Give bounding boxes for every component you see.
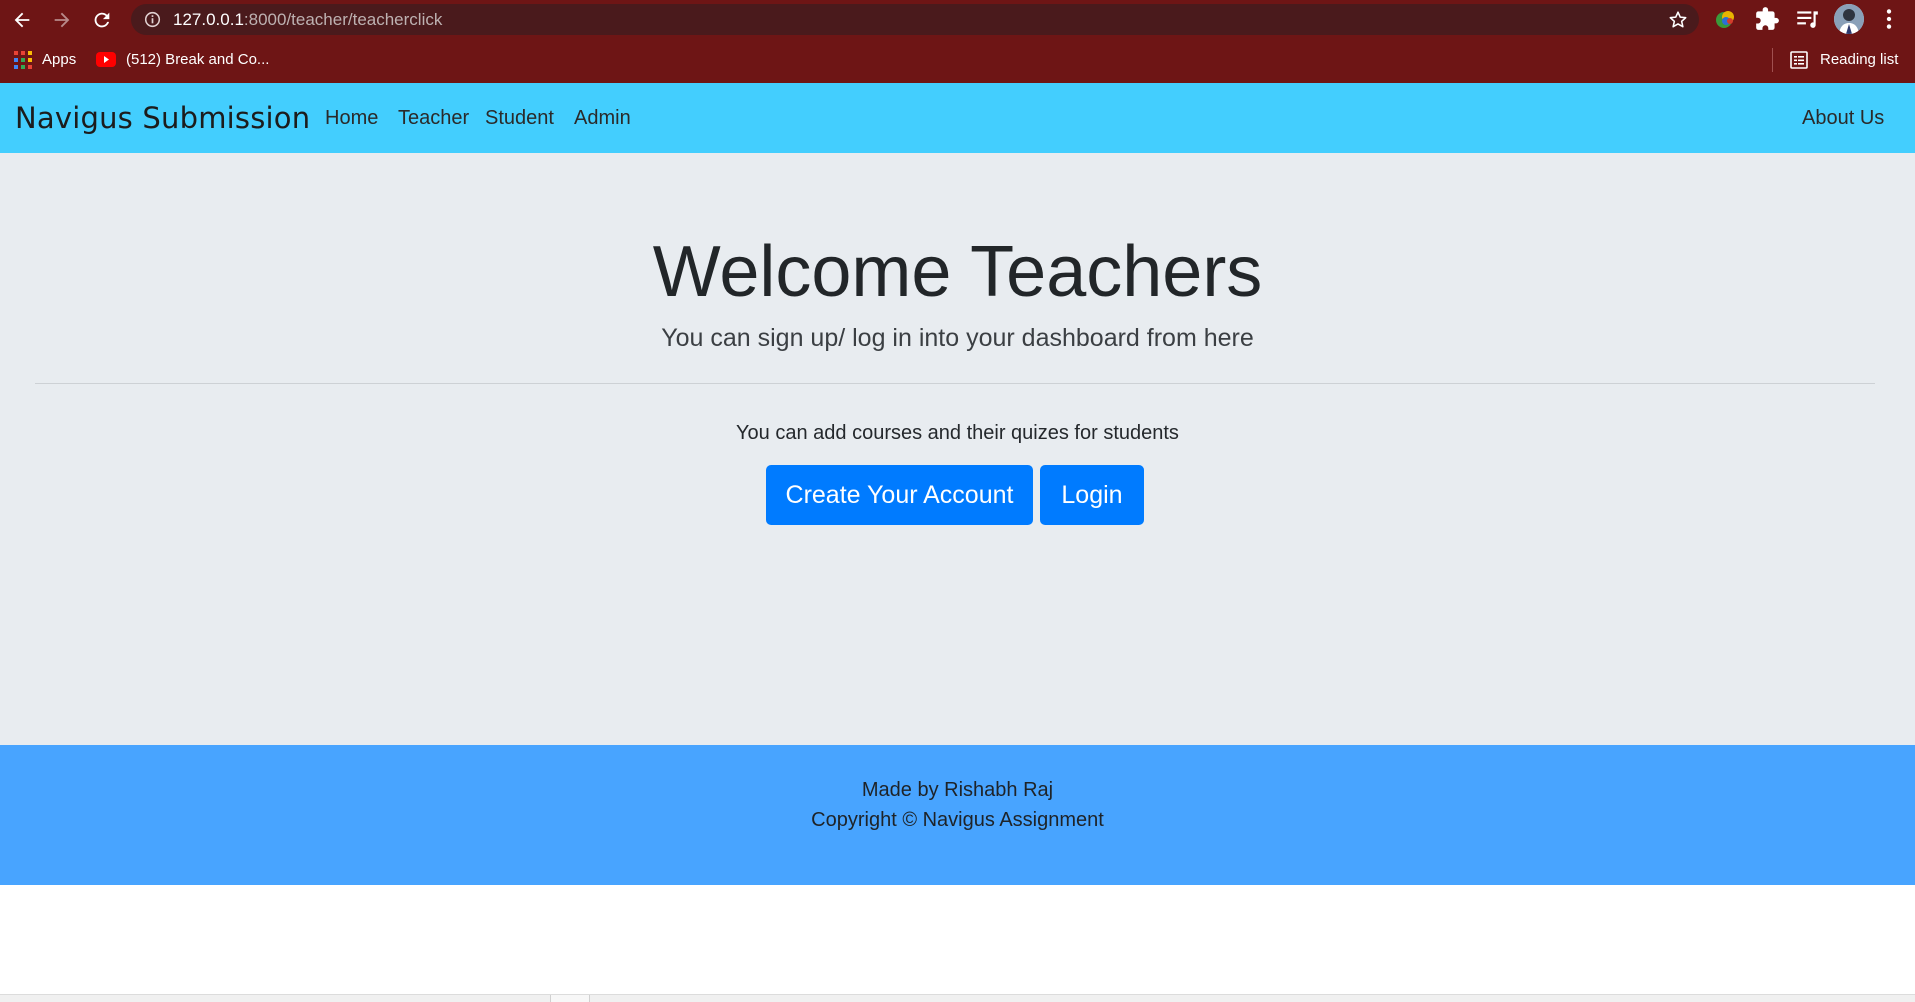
description-text: You can add courses and their quizes for…: [736, 422, 1179, 444]
lead-text: You can sign up/ log in into your dashbo…: [661, 324, 1254, 352]
nav-link-home[interactable]: Home: [325, 83, 378, 153]
back-icon[interactable]: [6, 4, 38, 36]
address-bar[interactable]: 127.0.0.1:8000/teacher/teacherclick: [131, 4, 1699, 35]
navbar-brand[interactable]: Navigus Submission: [15, 83, 310, 153]
extension-colorful-icon[interactable]: [1713, 6, 1739, 32]
create-account-button[interactable]: Create Your Account: [766, 465, 1033, 525]
login-button[interactable]: Login: [1040, 465, 1144, 525]
welcome-jumbotron: Welcome Teachers You can sign up/ log in…: [0, 153, 1915, 745]
reload-icon[interactable]: [86, 4, 118, 36]
bookmarks-divider: [1772, 48, 1773, 72]
page-title: Welcome Teachers: [652, 232, 1263, 312]
reading-list-button[interactable]: Reading list: [1820, 49, 1898, 71]
extensions-puzzle-icon[interactable]: [1754, 6, 1780, 32]
footer-copyright: Copyright © Navigus Assignment: [811, 809, 1104, 831]
youtube-icon[interactable]: [96, 52, 116, 67]
divider: [35, 383, 1875, 384]
site-navbar: Navigus Submission Home Teacher Student …: [0, 83, 1915, 153]
browser-toolbar: 127.0.0.1:8000/teacher/teacherclick: [0, 0, 1915, 39]
reading-list-icon[interactable]: [1790, 51, 1808, 69]
apps-grid-icon[interactable]: [14, 51, 32, 69]
site-footer: Made by Rishabh Raj Copyright © Navigus …: [0, 745, 1915, 885]
media-queue-icon[interactable]: [1794, 6, 1820, 32]
url-path: :8000/teacher/teacherclick: [243, 10, 443, 29]
nav-link-about-us[interactable]: About Us: [1802, 83, 1884, 153]
nav-link-teacher[interactable]: Teacher: [398, 83, 469, 153]
bookmark-youtube[interactable]: (512) Break and Co...: [126, 49, 269, 71]
forward-icon[interactable]: [46, 4, 78, 36]
more-menu-icon[interactable]: [1876, 6, 1902, 32]
footer-author: Made by Rishabh Raj: [861, 779, 1054, 801]
horizontal-scrollbar[interactable]: [0, 994, 1915, 1002]
profile-avatar[interactable]: [1834, 4, 1864, 34]
nav-link-admin[interactable]: Admin: [574, 83, 631, 153]
nav-link-student[interactable]: Student: [485, 83, 554, 153]
site-info-icon[interactable]: [144, 11, 161, 28]
bookmarks-bar: [0, 39, 1915, 83]
url-host: 127.0.0.1: [173, 10, 244, 29]
scrollbar-thumb[interactable]: [550, 995, 590, 1002]
bookmark-star-icon[interactable]: [1667, 9, 1689, 31]
url-text[interactable]: 127.0.0.1:8000/teacher/teacherclick: [173, 4, 442, 35]
bookmark-apps[interactable]: Apps: [42, 49, 76, 71]
